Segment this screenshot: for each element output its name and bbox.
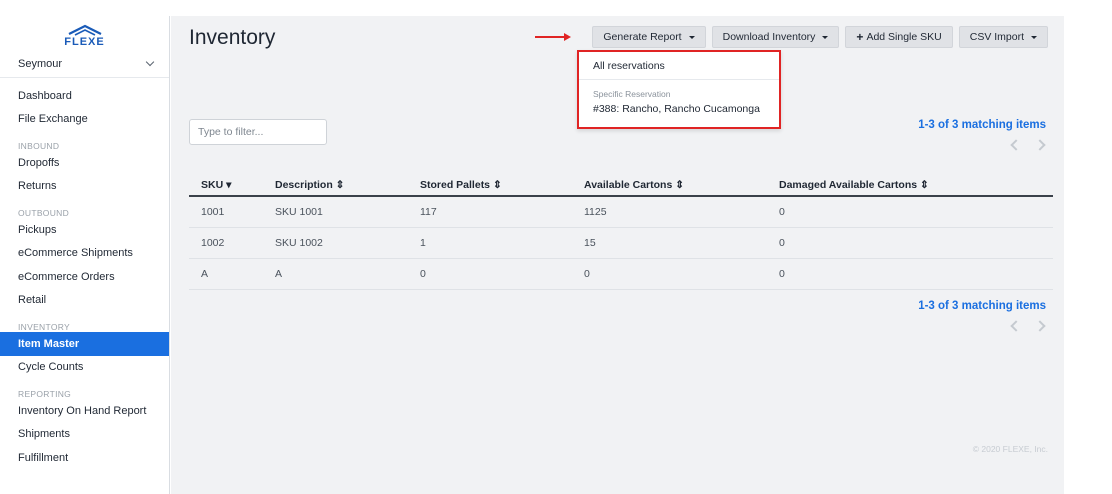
- table-row[interactable]: 1001 SKU 1001 117 1125 0: [189, 197, 1053, 228]
- table-cell: 1001: [201, 206, 225, 218]
- table-cell: 0: [420, 268, 426, 280]
- table-cell: 0: [779, 237, 785, 249]
- sidebar-item-ecommerce-shipments[interactable]: eCommerce Shipments: [0, 242, 169, 266]
- menu-item-reservation[interactable]: #388: Rancho, Rancho Cucamonga: [579, 99, 779, 115]
- table-cell: 0: [779, 268, 785, 280]
- page-title: Inventory: [189, 26, 276, 49]
- account-name: Seymour: [18, 57, 63, 70]
- chevron-left-icon[interactable]: [1010, 320, 1022, 332]
- chevron-down-icon: [145, 57, 155, 67]
- table-cell: 1125: [584, 206, 607, 218]
- column-header-sku[interactable]: SKU ▾: [189, 179, 275, 191]
- sidebar-section-inventory: INVENTORY: [18, 322, 70, 332]
- sidebar-item-returns[interactable]: Returns: [0, 175, 169, 199]
- plus-icon: +: [856, 30, 864, 44]
- sidebar-item-pickups[interactable]: Pickups: [0, 218, 169, 242]
- table-header: SKU ▾ Description ⇕ Stored Pallets ⇕ Ava…: [189, 174, 1053, 197]
- csv-import-button[interactable]: CSV Import: [958, 26, 1048, 48]
- filter-placeholder: Type to filter...: [198, 126, 264, 138]
- table-cell: 0: [584, 268, 590, 280]
- csv-import-label: CSV Import: [969, 31, 1024, 43]
- sidebar-section-reporting: REPORTING: [18, 389, 72, 399]
- main-content: Inventory Generate Report Download Inven…: [171, 16, 1064, 494]
- chevron-left-icon[interactable]: [1010, 139, 1022, 151]
- table-cell: 1: [420, 237, 426, 249]
- menu-item-all-reservations[interactable]: All reservations: [579, 52, 779, 80]
- table-body: 1001 SKU 1001 117 1125 0 1002 SKU 1002 1 15 0 A A 0 0…: [189, 197, 1053, 290]
- add-single-sku-label: Add Single SKU: [866, 31, 942, 43]
- caret-down-icon: [1031, 35, 1037, 39]
- table-cell: 0: [779, 206, 785, 218]
- logo[interactable]: FLEXE: [0, 16, 169, 56]
- footer-copyright: © 2020 FLEXE, Inc.: [972, 444, 1048, 454]
- sidebar-item-shipments[interactable]: Shipments: [0, 423, 169, 447]
- sidebar-item-fulfillment[interactable]: Fulfillment: [0, 446, 169, 470]
- table-row[interactable]: 1002 SKU 1002 1 15 0: [189, 228, 1053, 259]
- sidebar-item-ecommerce-orders[interactable]: eCommerce Orders: [0, 265, 169, 289]
- sidebar-item-inventory-on-hand-report[interactable]: Inventory On Hand Report: [0, 399, 169, 423]
- annotation-arrow: [535, 33, 571, 41]
- caret-down-icon: [688, 35, 695, 39]
- inventory-table: SKU ▾ Description ⇕ Stored Pallets ⇕ Ava…: [189, 174, 1053, 290]
- table-cell: A: [275, 268, 283, 280]
- table-cell: SKU 1002: [275, 237, 323, 249]
- table-cell: A: [201, 268, 209, 280]
- add-single-sku-button[interactable]: + Add Single SKU: [845, 26, 953, 48]
- sidebar-nav: Dashboard File Exchange INBOUND Dropoffs Ret…: [0, 84, 169, 470]
- toolbar: Generate Report Download Inventory + Add…: [592, 26, 1048, 48]
- matching-count-top: 1-3 of 3 matching items: [918, 119, 1046, 131]
- matching-count-bottom: 1-3 of 3 matching items: [918, 300, 1046, 312]
- column-header-description[interactable]: Description ⇕: [275, 179, 420, 191]
- sidebar-item-item-master[interactable]: Item Master: [0, 332, 169, 356]
- filter-input[interactable]: Type to filter...: [189, 119, 327, 145]
- pagination-bottom: [1010, 320, 1046, 332]
- table-row[interactable]: A A 0 0 0: [189, 259, 1053, 290]
- account-selector[interactable]: Seymour: [0, 56, 169, 78]
- sidebar-item-file-exchange[interactable]: File Exchange: [0, 108, 169, 132]
- sidebar-section-outbound: OUTBOUND: [18, 208, 70, 218]
- column-header-available-cartons[interactable]: Available Cartons ⇕: [584, 179, 779, 191]
- generate-report-dropdown: All reservations Specific Reservation #3…: [577, 50, 781, 129]
- sidebar-item-dropoffs[interactable]: Dropoffs: [0, 151, 169, 175]
- caret-down-icon: [822, 35, 829, 39]
- table-cell: SKU 1001: [275, 206, 323, 218]
- generate-report-button[interactable]: Generate Report: [592, 26, 706, 48]
- sidebar: FLEXE Seymour Dashboard File Exchange INBO…: [0, 16, 170, 494]
- column-header-damaged-available-cartons[interactable]: Damaged Available Cartons ⇕: [779, 179, 1053, 191]
- sidebar-item-cycle-counts[interactable]: Cycle Counts: [0, 356, 169, 380]
- chevron-right-icon[interactable]: [1034, 320, 1046, 332]
- sidebar-item-dashboard[interactable]: Dashboard: [0, 84, 169, 108]
- column-header-stored-pallets[interactable]: Stored Pallets ⇕: [420, 179, 584, 191]
- sidebar-section-inbound: INBOUND: [18, 141, 60, 151]
- download-inventory-button[interactable]: Download Inventory: [711, 26, 840, 48]
- table-cell: 117: [420, 206, 437, 218]
- generate-report-label: Generate Report: [603, 31, 682, 43]
- sidebar-item-retail[interactable]: Retail: [0, 289, 169, 313]
- download-inventory-label: Download Inventory: [722, 31, 816, 43]
- table-cell: 1002: [201, 237, 225, 249]
- chevron-right-icon[interactable]: [1034, 139, 1046, 151]
- flexe-logo-icon: [68, 24, 101, 36]
- table-cell: 15: [584, 237, 596, 249]
- menu-section-header: Specific Reservation: [593, 89, 671, 99]
- pagination-top: [1010, 139, 1046, 151]
